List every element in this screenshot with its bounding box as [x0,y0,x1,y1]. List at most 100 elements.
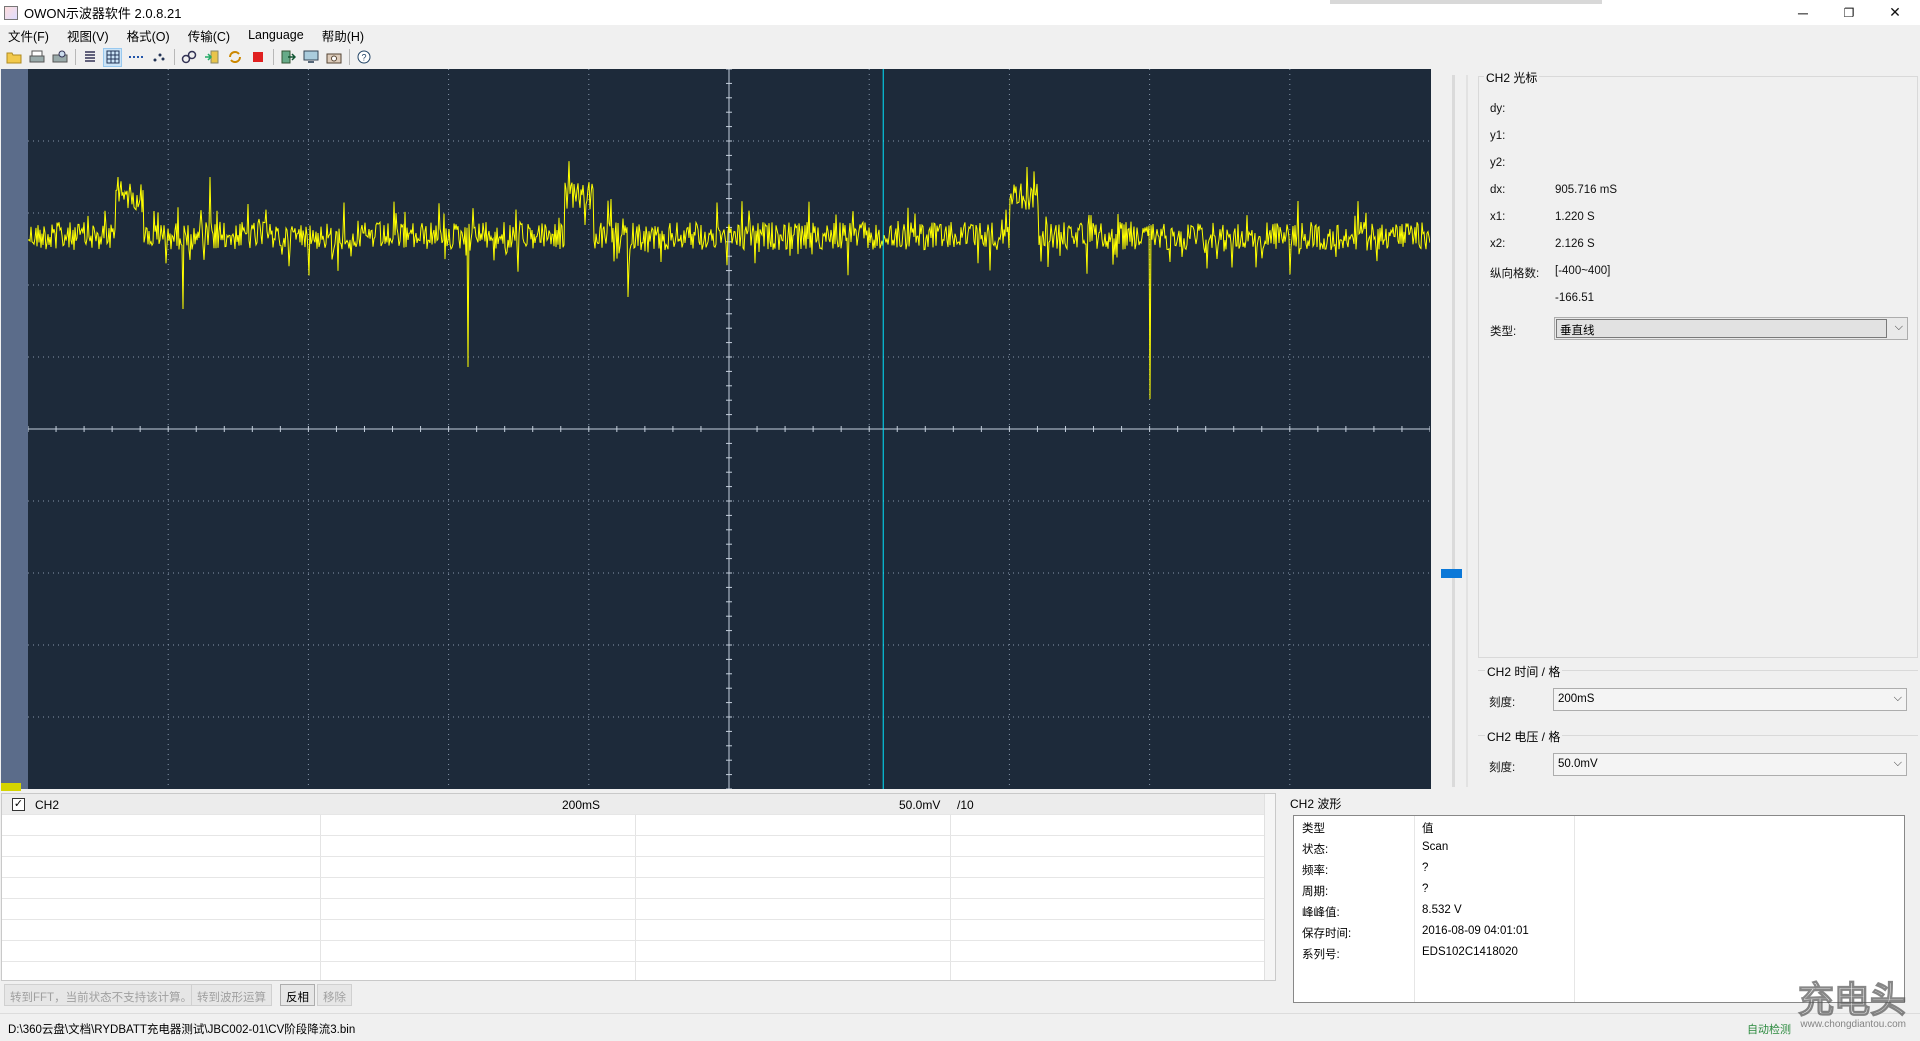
dy-label: dy: [1490,103,1506,115]
table-scrollbar[interactable] [1264,794,1275,980]
menu-view[interactable]: 视图(V) [65,25,111,46]
fft-button[interactable]: 转到FFT，当前状态不支持该计算。 [4,984,199,1006]
toolbar-separator [75,49,76,65]
volt-scale-label: 刻度: [1489,762,1516,774]
title-bar: OWON示波器软件 2.0.8.21 ─ ❐ ✕ [0,0,1920,25]
channel-checkbox[interactable]: ✓ [12,798,25,811]
table-row [2,878,1267,899]
header-type: 类型 [1302,823,1325,835]
info-key: 峰峰值: [1302,907,1340,919]
screen-capture-icon[interactable] [301,48,320,67]
stop-icon[interactable] [248,48,267,67]
cursor-type-select[interactable]: 垂直线 ⌵ [1554,317,1908,340]
channel-time-div: 200mS [562,798,601,812]
toolbar-separator [174,49,175,65]
volt-scale-select[interactable]: 50.0mV ⌵ [1553,753,1907,776]
file-path: D:\360云盘\文档\RYDBATT充电器测试\JBC002-01\CV阶段降… [8,1024,356,1036]
grid-view-icon[interactable] [103,47,122,67]
channel-table: ✓ CH2 200mS 50.0mV /10 [1,793,1276,981]
channel-volt-div: 50.0mV [899,798,941,812]
info-key: 保存时间: [1302,928,1352,940]
menu-format[interactable]: 格式(O) [125,25,172,46]
title-bar-indicator [1330,0,1602,4]
print-icon[interactable] [27,48,46,67]
vertical-div-label: 纵向格数: [1490,268,1540,280]
vertical-position-slider[interactable] [1436,69,1476,789]
waveform-math-button[interactable]: 转到波形运算 [191,984,272,1006]
chevron-down-icon: ⌵ [1894,321,1903,333]
volt-scale-value: 50.0mV [1558,758,1598,770]
channel-marker [1,783,21,791]
scatter-icon[interactable] [149,48,168,67]
channel-name: CH2 [35,798,60,812]
svg-text:?: ? [361,53,366,63]
print-preview-icon[interactable] [50,48,69,67]
dotted-line-icon[interactable] [126,48,145,67]
dx-value: 905.716 mS [1555,184,1618,196]
oscilloscope-display[interactable] [28,69,1430,789]
restore-button[interactable]: ❐ [1826,0,1872,25]
scope-left-margin [1,69,28,789]
info-key: 周期: [1302,886,1329,898]
x2-label: x2: [1490,238,1506,250]
svg-text:充电头: 充电头 [1798,980,1906,1021]
time-scale-select[interactable]: 200mS ⌵ [1553,688,1907,711]
slider-track [1452,75,1455,787]
time-scale-value: 200mS [1558,693,1595,705]
table-row [2,836,1267,857]
info-value: 2016-08-09 04:01:01 [1422,925,1529,937]
info-value: EDS102C1418020 [1422,946,1518,958]
vertical-div-value: -166.51 [1555,292,1595,304]
refresh-icon[interactable] [225,48,244,67]
wave-info-title: CH2 波形 [1290,797,1342,811]
list-view-icon[interactable] [80,48,99,67]
toolbar: ? [0,45,1920,69]
info-value: Scan [1422,841,1449,853]
help-icon[interactable]: ? [354,48,373,67]
menu-transfer[interactable]: 传输(C) [186,25,232,46]
cursor-panel: CH2 光标 dy: y1: y2: dx: 905.716 mS x1: 1.… [1478,69,1918,658]
slider-thumb[interactable] [1441,569,1462,578]
header-value: 值 [1422,823,1434,835]
wave-info-row: 系列号: EDS102C1418020 [1294,942,1904,963]
x1-value: 1.220 S [1555,211,1595,223]
toolbar-separator [273,49,274,65]
info-value: ? [1422,862,1429,874]
chevron-down-icon: ⌵ [1893,692,1902,704]
menu-help[interactable]: 帮助(H) [320,25,366,46]
cursor-panel-title: CH2 光标 [1484,69,1540,86]
time-div-title: CH2 时间 / 格 [1485,663,1563,680]
open-folder-icon[interactable] [4,48,23,67]
minimize-button[interactable]: ─ [1780,0,1826,25]
export-icon[interactable] [278,48,297,67]
dx-label: dx: [1490,184,1506,196]
app-icon [4,5,18,20]
remove-button[interactable]: 移除 [317,984,352,1006]
wave-info-row: 保存时间: 2016-08-09 04:01:01 [1294,921,1904,942]
vertical-div-range: [-400~400] [1555,265,1611,277]
window-title: OWON示波器软件 2.0.8.21 [24,6,182,21]
invert-button[interactable]: 反相 [280,984,315,1006]
close-button[interactable]: ✕ [1872,0,1918,25]
info-key: 状态: [1302,844,1329,856]
cursor-type-value: 垂直线 [1556,319,1887,338]
import-icon[interactable] [202,48,221,67]
x1-label: x1: [1490,211,1506,223]
chevron-down-icon: ⌵ [1893,757,1902,769]
action-bar: 转到FFT，当前状态不支持该计算。 转到波形运算 反相 移除 [1,981,1276,1009]
menu-language[interactable]: Language [246,27,306,43]
time-div-panel: CH2 时间 / 格 刻度: 200mS ⌵ [1478,663,1918,724]
camera-icon[interactable] [324,48,343,67]
table-row [2,899,1267,920]
menu-bar: 文件(F) 视图(V) 格式(O) 传输(C) Language 帮助(H) [0,25,1920,45]
y2-label: y2: [1490,157,1506,169]
toolbar-separator [349,49,350,65]
table-row [2,941,1267,962]
svg-text:www.chongdiantou.com: www.chongdiantou.com [1799,1019,1906,1030]
menu-file[interactable]: 文件(F) [6,25,51,46]
connect-icon[interactable] [179,48,198,67]
wave-info-table: 类型 值 状态: Scan 频率: ? 周期: ? 峰峰值: 8.532 V 保… [1293,815,1905,1003]
channel-row[interactable]: ✓ CH2 200mS 50.0mV /10 [2,794,1267,815]
volt-div-title: CH2 电压 / 格 [1485,728,1563,745]
table-row [2,920,1267,941]
